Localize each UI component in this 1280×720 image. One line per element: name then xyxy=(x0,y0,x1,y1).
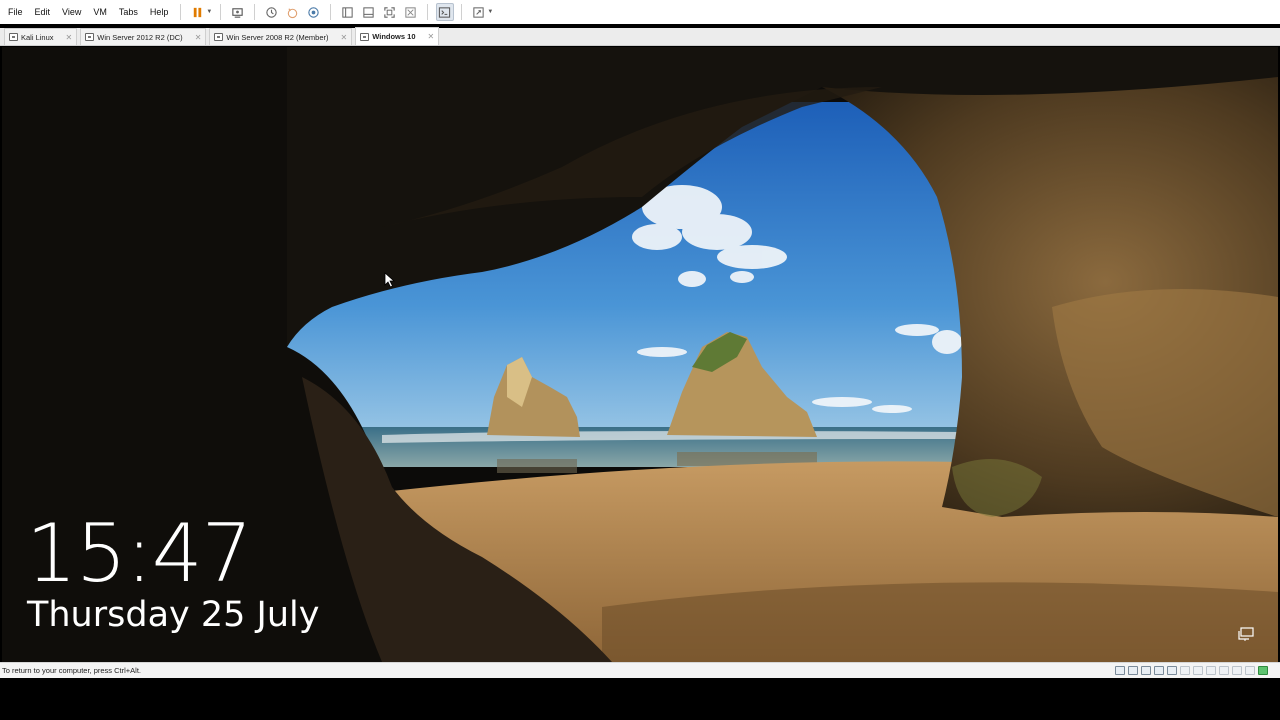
toolbar-divider xyxy=(180,4,182,20)
snapshot-button[interactable] xyxy=(263,3,281,21)
bluetooth-icon[interactable] xyxy=(1245,666,1255,675)
menu-file[interactable]: File xyxy=(0,0,29,24)
menu-vm[interactable]: VM xyxy=(87,0,113,24)
tab-windows-10[interactable]: Windows 10 ✕ xyxy=(355,27,440,45)
unity-button[interactable] xyxy=(402,3,420,21)
close-icon[interactable]: ✕ xyxy=(66,33,73,42)
camera-icon[interactable] xyxy=(1232,666,1242,675)
tab-label: Win Server 2008 R2 (Member) xyxy=(226,32,329,42)
toolbar-divider xyxy=(427,4,429,20)
vm-icon xyxy=(360,32,370,41)
pause-icon xyxy=(194,7,202,17)
pause-button[interactable] xyxy=(189,3,207,21)
network-icon[interactable] xyxy=(1238,627,1254,641)
status-message: To return to your computer, press Ctrl+A… xyxy=(2,666,142,675)
toolbar-divider xyxy=(254,4,256,20)
tab-label: Kali Linux xyxy=(21,32,54,42)
thumbnail-bar-button[interactable] xyxy=(360,3,378,21)
console-view-button[interactable] xyxy=(435,3,454,21)
close-icon[interactable]: ✕ xyxy=(195,33,202,42)
stretch-dropdown-icon[interactable]: ▼ xyxy=(487,9,493,15)
menu-edit[interactable]: Edit xyxy=(29,0,57,24)
snapshot-icon xyxy=(266,6,278,18)
tab-kali-linux[interactable]: Kali Linux ✕ xyxy=(4,28,78,45)
unity-icon xyxy=(405,6,417,18)
send-ctrl-alt-del-icon xyxy=(232,7,244,18)
usb-icon[interactable] xyxy=(1154,666,1164,675)
stretch-guest-icon xyxy=(473,6,485,18)
display-icon[interactable] xyxy=(1193,666,1203,675)
menu-bar: File Edit View VM Tabs Help ▼ ▼ xyxy=(0,0,1280,24)
menu-help[interactable]: Help xyxy=(144,0,175,24)
host-background xyxy=(0,678,1280,720)
show-library-icon xyxy=(342,6,354,18)
lockscreen-time: 15:47 xyxy=(26,507,253,600)
send-ctrl-alt-del-button[interactable] xyxy=(229,3,247,21)
snapshot-manager-icon xyxy=(308,6,320,18)
sound-card-icon[interactable] xyxy=(1167,666,1177,675)
menu-view[interactable]: View xyxy=(56,0,87,24)
tab-label: Windows 10 xyxy=(372,32,416,41)
toolbar-divider xyxy=(330,4,332,20)
tab-win-server-2012[interactable]: Win Server 2012 R2 (DC) ✕ xyxy=(80,28,207,45)
vm-icon xyxy=(9,33,18,41)
show-library-button[interactable] xyxy=(339,3,357,21)
close-icon[interactable]: ✕ xyxy=(428,32,435,41)
vm-tab-bar: Kali Linux ✕ Win Server 2012 R2 (DC) ✕ W… xyxy=(0,27,1280,46)
snapshot-manager-button[interactable] xyxy=(305,3,323,21)
toolbar-divider xyxy=(220,4,222,20)
message-log-icon[interactable] xyxy=(1258,666,1268,675)
network-adapter-icon[interactable] xyxy=(1141,666,1151,675)
pause-dropdown-icon[interactable]: ▼ xyxy=(206,9,212,15)
stretch-guest-button[interactable] xyxy=(470,3,488,21)
full-screen-button[interactable] xyxy=(381,3,399,21)
device-icons xyxy=(1115,666,1278,675)
mouse-cursor-icon xyxy=(384,272,396,288)
tab-label: Win Server 2012 R2 (DC) xyxy=(97,32,183,42)
close-icon[interactable]: ✕ xyxy=(341,33,348,42)
vm-console-screen[interactable]: 15:47 Thursday 25 July xyxy=(2,47,1278,662)
console-view-icon xyxy=(439,6,451,18)
menu-tabs[interactable]: Tabs xyxy=(113,0,144,24)
floppy-icon[interactable] xyxy=(1206,666,1216,675)
thumbnail-bar-icon xyxy=(363,6,375,18)
lockscreen-date: Thursday 25 July xyxy=(27,595,320,635)
serial-port-icon[interactable] xyxy=(1219,666,1229,675)
hard-disk-icon[interactable] xyxy=(1115,666,1125,675)
printer-icon[interactable] xyxy=(1180,666,1190,675)
revert-snapshot-icon xyxy=(288,7,298,18)
toolbar-divider xyxy=(461,4,463,20)
vm-icon xyxy=(85,33,95,41)
vm-icon xyxy=(214,33,224,41)
cd-dvd-icon[interactable] xyxy=(1128,666,1138,675)
revert-snapshot-button[interactable] xyxy=(284,3,302,21)
status-bar: To return to your computer, press Ctrl+A… xyxy=(0,662,1280,678)
tab-win-server-2008[interactable]: Win Server 2008 R2 (Member) ✕ xyxy=(209,28,353,45)
full-screen-icon xyxy=(384,6,396,18)
